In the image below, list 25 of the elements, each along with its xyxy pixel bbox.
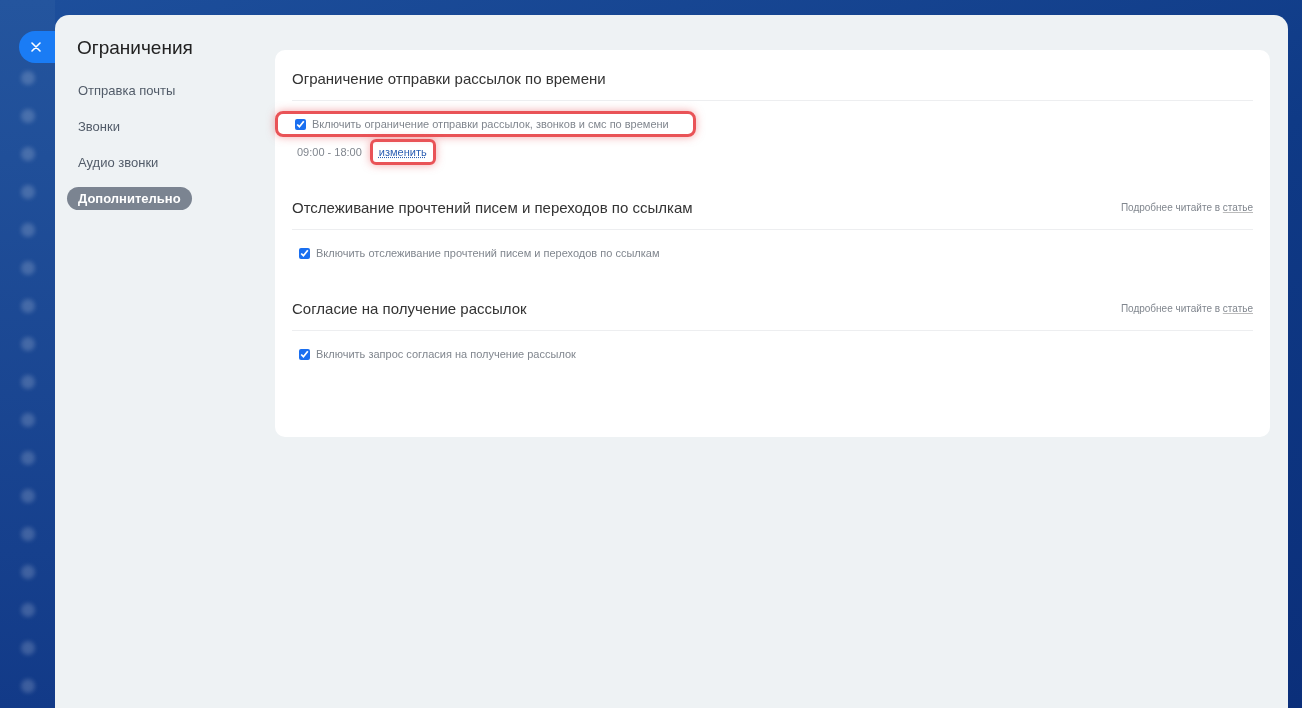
article-link[interactable]: статье	[1222, 201, 1253, 213]
sidebar-item[interactable]: Аудио звонки	[67, 151, 170, 174]
change-link[interactable]: изменить	[369, 139, 436, 165]
time-range: 09:00 - 18:00	[297, 146, 362, 158]
checkbox-label: Включить запрос согласия на получение рассылок	[316, 348, 576, 360]
sidebar-item[interactable]: Звонки	[67, 115, 131, 138]
section-title: Отслеживание прочтений писем и переходов по ссылкам	[292, 198, 693, 216]
section-title: Согласие на получение рассылок	[292, 299, 527, 317]
article-link[interactable]: статье	[1222, 302, 1253, 314]
sidebar-item[interactable]: Отправка почты	[67, 79, 187, 102]
note-text: Подробнее читайте в статье	[1120, 201, 1253, 213]
note-text: Подробнее читайте в статье	[1120, 302, 1253, 314]
checkbox-label: Включить отслеживание прочтений писем и переходов по ссылкам	[316, 247, 660, 259]
checkbox[interactable]	[295, 118, 306, 130]
panel-title: Ограничения	[77, 37, 193, 59]
checkbox[interactable]	[299, 247, 310, 259]
sidebar-item[interactable]: Дополнительно	[67, 187, 192, 210]
checkbox-option[interactable]: Включить отслеживание прочтений писем и переходов по ссылкам	[292, 240, 687, 266]
checkbox-label: Включить ограничение отправки рассылок, звонков и смс по времени	[312, 118, 669, 130]
checkbox[interactable]	[299, 348, 310, 360]
checkbox-option[interactable]: Включить запрос согласия на получение рассылок	[292, 341, 603, 367]
checkbox-option[interactable]: Включить ограничение отправки рассылок, звонков и смс по времени	[275, 111, 696, 137]
section-title: Ограничение отправки рассылок по времени	[292, 69, 606, 87]
close-button[interactable]	[19, 31, 55, 63]
close-icon	[31, 42, 41, 52]
